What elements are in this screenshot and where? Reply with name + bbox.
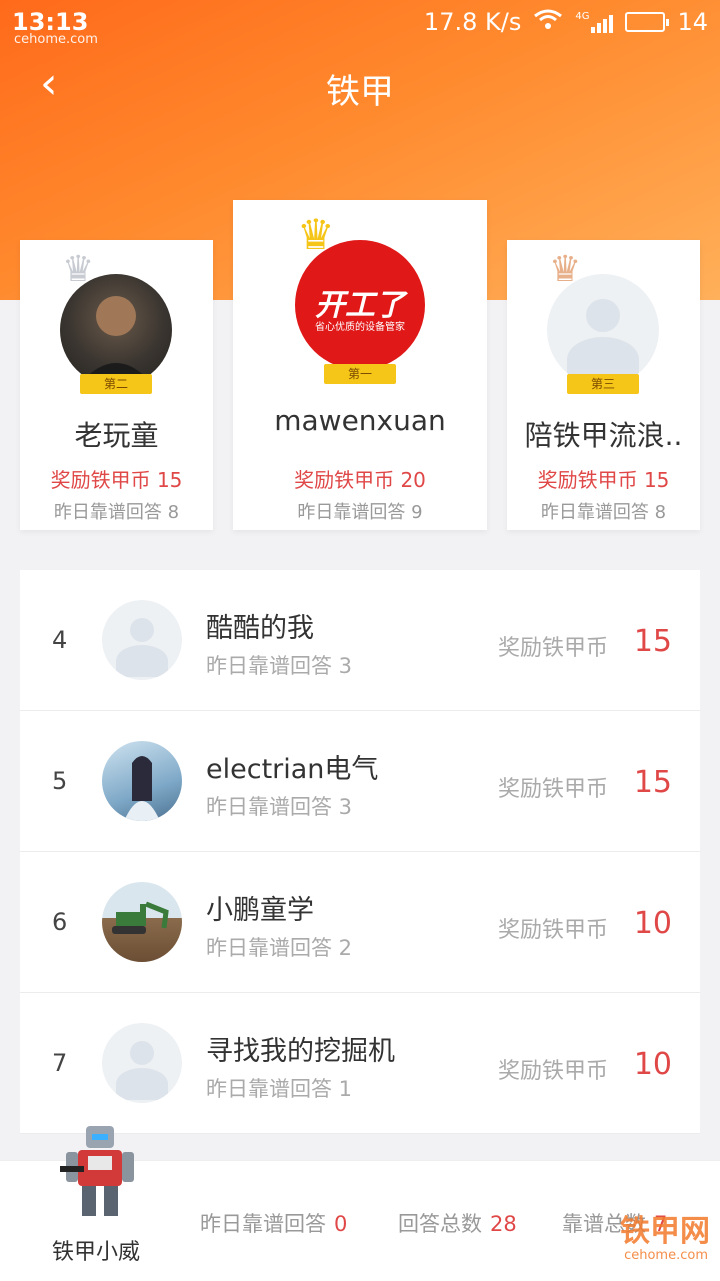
- user-name: 酷酷的我: [206, 613, 314, 644]
- avatar-logo: 开工了 省心优质的设备管家: [295, 240, 425, 370]
- avatar-placeholder: [102, 1023, 182, 1103]
- reward-label: 奖励铁甲币: [537, 468, 638, 492]
- my-yesterday-stat: 昨日靠谱回答 0: [200, 1208, 347, 1238]
- yesterday-text: 昨日靠谱回答 1: [206, 1077, 353, 1101]
- list-item[interactable]: 5 electrian电气 昨日靠谱回答 3 奖励铁甲币 15: [20, 711, 700, 852]
- list-item[interactable]: 6 小鹏童学 昨日靠谱回答 2 奖励铁甲币 10: [20, 852, 700, 993]
- player-name: 陪铁甲流浪..: [524, 419, 683, 452]
- stat-value: 0: [334, 1212, 348, 1236]
- reward-value: 10: [633, 1047, 672, 1082]
- reward-value: 15: [643, 468, 670, 492]
- rank-number: 7: [52, 1049, 68, 1077]
- reward-label: 奖励铁甲币: [497, 777, 608, 802]
- status-bar: 13:13 cehome.com 17.8 K/s 4G 14: [0, 0, 720, 47]
- yesterday-value: 8: [167, 502, 180, 523]
- reward-value: 15: [633, 624, 672, 659]
- rank-ribbon: 第一: [324, 364, 396, 384]
- yesterday-label: 昨日靠谱回答: [297, 502, 406, 523]
- stat-value: 28: [490, 1212, 517, 1236]
- logo-subtext: 省心优质的设备管家: [315, 322, 405, 333]
- yesterday-text: 昨日靠谱回答 8: [20, 498, 213, 524]
- user-name: 寻找我的挖掘机: [206, 1036, 395, 1067]
- stat-label: 回答总数: [398, 1212, 482, 1236]
- signal-icon: 4G: [575, 11, 614, 33]
- avatar: [60, 274, 172, 386]
- list-item[interactable]: 7 寻找我的挖掘机 昨日靠谱回答 1 奖励铁甲币 10: [20, 993, 700, 1134]
- user-name: 小鹏童学: [206, 895, 314, 926]
- podium-card-first[interactable]: ♛ 开工了 省心优质的设备管家 第一 mawenxuan 奖励铁甲币 20 昨日…: [233, 200, 487, 530]
- player-name: 老玩童: [74, 419, 159, 452]
- yesterday-text: 昨日靠谱回答 3: [206, 795, 353, 819]
- user-name: electrian电气: [206, 754, 379, 785]
- reward-label: 奖励铁甲币: [497, 1059, 608, 1084]
- reward-label: 奖励铁甲币: [497, 636, 608, 661]
- reward-value: 10: [633, 906, 672, 941]
- yesterday-text: 昨日靠谱回答 2: [206, 936, 353, 960]
- reward-label: 奖励铁甲币: [497, 918, 608, 943]
- rank-number: 5: [52, 767, 68, 795]
- battery-level: 14: [677, 8, 708, 36]
- reward-value: 20: [400, 468, 426, 492]
- rank-number: 4: [52, 626, 68, 654]
- podium-card-second[interactable]: ♛ 第二 老玩童 奖励铁甲币 15 昨日靠谱回答 8: [20, 240, 213, 530]
- reward-text: 奖励铁甲币 15: [20, 464, 213, 493]
- reward-label: 奖励铁甲币: [294, 468, 395, 492]
- podium-card-third[interactable]: ♛ 第三 陪铁甲流浪.. 奖励铁甲币 15 昨日靠谱回答 8: [507, 240, 700, 530]
- avatar: [102, 741, 182, 821]
- battery-icon: [625, 12, 670, 32]
- list-item[interactable]: 4 酷酷的我 昨日靠谱回答 3 奖励铁甲币 15: [20, 570, 700, 711]
- avatar-placeholder: [547, 274, 659, 386]
- rank-ribbon: 第三: [567, 374, 639, 394]
- yesterday-text: 昨日靠谱回答 8: [507, 498, 700, 524]
- watermark-small: cehome.com: [14, 32, 98, 47]
- reward-text: 奖励铁甲币 20: [233, 464, 487, 493]
- watermark-logo: 铁甲网: [620, 1214, 710, 1249]
- page-title: 铁甲: [326, 72, 394, 112]
- network-type: 4G: [575, 11, 590, 22]
- wifi-icon: [533, 8, 563, 36]
- reward-value: 15: [633, 765, 672, 800]
- yesterday-text: 昨日靠谱回答 9: [233, 498, 487, 524]
- rank-number: 6: [52, 908, 68, 936]
- avatar-placeholder: [102, 600, 182, 680]
- yesterday-text: 昨日靠谱回答 3: [206, 654, 353, 678]
- rank-ribbon: 第二: [80, 374, 152, 394]
- yesterday-label: 昨日靠谱回答: [540, 502, 649, 523]
- yesterday-value: 9: [411, 502, 423, 523]
- watermark-url: cehome.com: [624, 1248, 708, 1263]
- stat-label: 昨日靠谱回答: [200, 1212, 326, 1236]
- my-answers-stat: 回答总数 28: [398, 1208, 517, 1238]
- ranking-list: 4 酷酷的我 昨日靠谱回答 3 奖励铁甲币 15 5 electrian电气 昨…: [20, 570, 700, 1134]
- player-name: mawenxuan: [274, 404, 446, 437]
- yesterday-label: 昨日靠谱回答: [53, 502, 162, 523]
- robot-avatar-icon: [60, 1122, 140, 1222]
- status-right: 17.8 K/s 4G 14: [424, 8, 708, 36]
- network-speed: 17.8 K/s: [423, 8, 522, 36]
- reward-text: 奖励铁甲币 15: [507, 464, 700, 493]
- reward-value: 15: [156, 468, 183, 492]
- reward-label: 奖励铁甲币: [50, 468, 151, 492]
- yesterday-value: 8: [654, 502, 667, 523]
- avatar: [102, 882, 182, 962]
- my-name: 铁甲小威: [52, 1240, 141, 1265]
